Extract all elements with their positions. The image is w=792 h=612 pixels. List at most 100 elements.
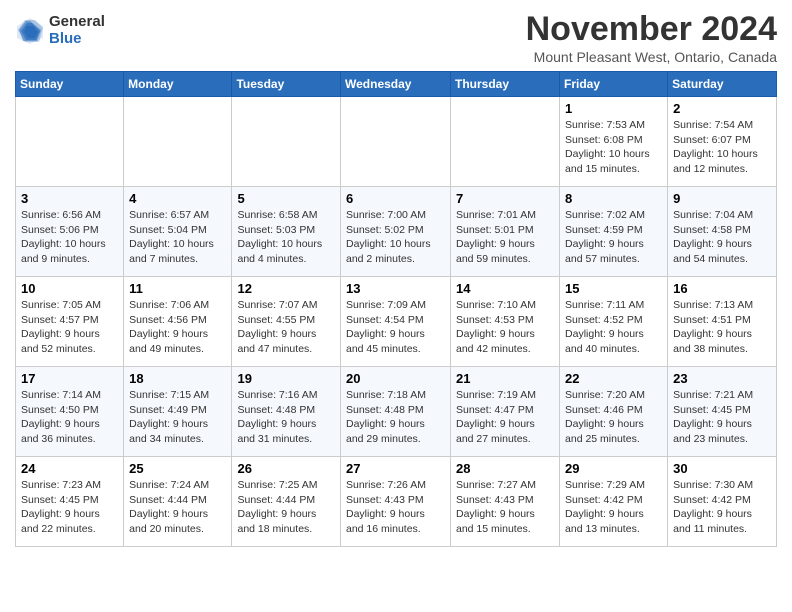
day-info: Sunrise: 7:54 AM Sunset: 6:07 PM Dayligh… xyxy=(673,118,771,177)
day-info: Sunrise: 7:27 AM Sunset: 4:43 PM Dayligh… xyxy=(456,478,554,537)
day-number: 18 xyxy=(129,371,226,386)
weekday-header-cell: Friday xyxy=(560,72,668,97)
day-number: 11 xyxy=(129,281,226,296)
day-number: 27 xyxy=(346,461,445,476)
calendar-cell: 5 Sunrise: 6:58 AM Sunset: 5:03 PM Daylig… xyxy=(232,187,341,277)
day-info: Sunrise: 7:19 AM Sunset: 4:47 PM Dayligh… xyxy=(456,388,554,447)
day-info: Sunrise: 7:01 AM Sunset: 5:01 PM Dayligh… xyxy=(456,208,554,267)
calendar-table: SundayMondayTuesdayWednesdayThursdayFrid… xyxy=(15,71,777,547)
calendar-cell: 13 Sunrise: 7:09 AM Sunset: 4:54 PM Dayli… xyxy=(341,277,451,367)
weekday-header-cell: Saturday xyxy=(668,72,777,97)
calendar-cell: 7 Sunrise: 7:01 AM Sunset: 5:01 PM Daylig… xyxy=(451,187,560,277)
day-info: Sunrise: 7:13 AM Sunset: 4:51 PM Dayligh… xyxy=(673,298,771,357)
day-number: 26 xyxy=(237,461,335,476)
logo-general: General xyxy=(49,14,105,31)
day-number: 28 xyxy=(456,461,554,476)
calendar-cell: 19 Sunrise: 7:16 AM Sunset: 4:48 PM Dayli… xyxy=(232,367,341,457)
weekday-header-cell: Wednesday xyxy=(341,72,451,97)
day-info: Sunrise: 7:14 AM Sunset: 4:50 PM Dayligh… xyxy=(21,388,118,447)
weekday-header-cell: Thursday xyxy=(451,72,560,97)
day-number: 23 xyxy=(673,371,771,386)
day-info: Sunrise: 6:58 AM Sunset: 5:03 PM Dayligh… xyxy=(237,208,335,267)
calendar-week-row: 24Sunrise: 7:23 AM Sunset: 4:45 PM Dayli… xyxy=(16,457,777,547)
calendar-cell: 3Sunrise: 6:56 AM Sunset: 5:06 PM Daylig… xyxy=(16,187,124,277)
calendar-week-row: 17 Sunrise: 7:14 AM Sunset: 4:50 PM Dayli… xyxy=(16,367,777,457)
day-number: 22 xyxy=(565,371,662,386)
calendar-cell: 9 Sunrise: 7:04 AM Sunset: 4:58 PM Daylig… xyxy=(668,187,777,277)
day-info: Sunrise: 7:24 AM Sunset: 4:44 PM Dayligh… xyxy=(129,478,226,537)
weekday-header-cell: Sunday xyxy=(16,72,124,97)
calendar-cell xyxy=(451,97,560,187)
day-number: 5 xyxy=(237,191,335,206)
day-number: 10 xyxy=(21,281,118,296)
calendar-cell: 17 Sunrise: 7:14 AM Sunset: 4:50 PM Dayli… xyxy=(16,367,124,457)
day-number: 29 xyxy=(565,461,662,476)
calendar-cell: 27 Sunrise: 7:26 AM Sunset: 4:43 PM Dayli… xyxy=(341,457,451,547)
logo-text: General Blue xyxy=(49,14,105,47)
calendar-cell: 8 Sunrise: 7:02 AM Sunset: 4:59 PM Daylig… xyxy=(560,187,668,277)
calendar-cell: 21Sunrise: 7:19 AM Sunset: 4:47 PM Dayli… xyxy=(451,367,560,457)
calendar-cell: 2 Sunrise: 7:54 AM Sunset: 6:07 PM Daylig… xyxy=(668,97,777,187)
calendar-cell xyxy=(124,97,232,187)
calendar-cell xyxy=(341,97,451,187)
day-number: 19 xyxy=(237,371,335,386)
day-number: 25 xyxy=(129,461,226,476)
day-info: Sunrise: 6:56 AM Sunset: 5:06 PM Dayligh… xyxy=(21,208,118,267)
day-info: Sunrise: 7:16 AM Sunset: 4:48 PM Dayligh… xyxy=(237,388,335,447)
calendar-cell: 15Sunrise: 7:11 AM Sunset: 4:52 PM Dayli… xyxy=(560,277,668,367)
calendar-cell: 10Sunrise: 7:05 AM Sunset: 4:57 PM Dayli… xyxy=(16,277,124,367)
calendar-cell: 12 Sunrise: 7:07 AM Sunset: 4:55 PM Dayli… xyxy=(232,277,341,367)
day-number: 12 xyxy=(237,281,335,296)
calendar-cell: 18 Sunrise: 7:15 AM Sunset: 4:49 PM Dayli… xyxy=(124,367,232,457)
logo-icon xyxy=(15,16,45,46)
calendar-cell: 23 Sunrise: 7:21 AM Sunset: 4:45 PM Dayli… xyxy=(668,367,777,457)
calendar-cell: 29Sunrise: 7:29 AM Sunset: 4:42 PM Dayli… xyxy=(560,457,668,547)
day-number: 14 xyxy=(456,281,554,296)
calendar-cell xyxy=(232,97,341,187)
calendar-cell xyxy=(16,97,124,187)
day-number: 16 xyxy=(673,281,771,296)
day-number: 20 xyxy=(346,371,445,386)
calendar-cell: 22 Sunrise: 7:20 AM Sunset: 4:46 PM Dayli… xyxy=(560,367,668,457)
day-info: Sunrise: 7:09 AM Sunset: 4:54 PM Dayligh… xyxy=(346,298,445,357)
day-info: Sunrise: 7:53 AM Sunset: 6:08 PM Dayligh… xyxy=(565,118,662,177)
calendar-week-row: 3Sunrise: 6:56 AM Sunset: 5:06 PM Daylig… xyxy=(16,187,777,277)
logo: General Blue xyxy=(15,14,105,47)
day-info: Sunrise: 7:20 AM Sunset: 4:46 PM Dayligh… xyxy=(565,388,662,447)
day-number: 13 xyxy=(346,281,445,296)
day-number: 15 xyxy=(565,281,662,296)
calendar-cell: 25 Sunrise: 7:24 AM Sunset: 4:44 PM Dayli… xyxy=(124,457,232,547)
day-number: 9 xyxy=(673,191,771,206)
day-info: Sunrise: 7:26 AM Sunset: 4:43 PM Dayligh… xyxy=(346,478,445,537)
day-number: 2 xyxy=(673,101,771,116)
day-info: Sunrise: 6:57 AM Sunset: 5:04 PM Dayligh… xyxy=(129,208,226,267)
calendar-body: 1 Sunrise: 7:53 AM Sunset: 6:08 PM Daylig… xyxy=(16,97,777,547)
day-number: 6 xyxy=(346,191,445,206)
calendar-cell: 24Sunrise: 7:23 AM Sunset: 4:45 PM Dayli… xyxy=(16,457,124,547)
day-number: 8 xyxy=(565,191,662,206)
day-info: Sunrise: 7:21 AM Sunset: 4:45 PM Dayligh… xyxy=(673,388,771,447)
day-number: 7 xyxy=(456,191,554,206)
page-header: General Blue November 2024 Mount Pleasan… xyxy=(15,10,777,65)
weekday-header-cell: Tuesday xyxy=(232,72,341,97)
calendar-cell: 1 Sunrise: 7:53 AM Sunset: 6:08 PM Daylig… xyxy=(560,97,668,187)
day-info: Sunrise: 7:15 AM Sunset: 4:49 PM Dayligh… xyxy=(129,388,226,447)
day-number: 4 xyxy=(129,191,226,206)
day-info: Sunrise: 7:06 AM Sunset: 4:56 PM Dayligh… xyxy=(129,298,226,357)
calendar-cell: 28 Sunrise: 7:27 AM Sunset: 4:43 PM Dayli… xyxy=(451,457,560,547)
day-info: Sunrise: 7:23 AM Sunset: 4:45 PM Dayligh… xyxy=(21,478,118,537)
day-info: Sunrise: 7:07 AM Sunset: 4:55 PM Dayligh… xyxy=(237,298,335,357)
calendar-week-row: 1 Sunrise: 7:53 AM Sunset: 6:08 PM Daylig… xyxy=(16,97,777,187)
day-info: Sunrise: 7:10 AM Sunset: 4:53 PM Dayligh… xyxy=(456,298,554,357)
day-number: 1 xyxy=(565,101,662,116)
day-info: Sunrise: 7:02 AM Sunset: 4:59 PM Dayligh… xyxy=(565,208,662,267)
calendar-week-row: 10Sunrise: 7:05 AM Sunset: 4:57 PM Dayli… xyxy=(16,277,777,367)
title-area: November 2024 Mount Pleasant West, Ontar… xyxy=(526,10,777,65)
day-number: 17 xyxy=(21,371,118,386)
day-info: Sunrise: 7:30 AM Sunset: 4:42 PM Dayligh… xyxy=(673,478,771,537)
weekday-header-row: SundayMondayTuesdayWednesdayThursdayFrid… xyxy=(16,72,777,97)
calendar-cell: 11 Sunrise: 7:06 AM Sunset: 4:56 PM Dayli… xyxy=(124,277,232,367)
day-number: 30 xyxy=(673,461,771,476)
day-info: Sunrise: 7:18 AM Sunset: 4:48 PM Dayligh… xyxy=(346,388,445,447)
day-info: Sunrise: 7:04 AM Sunset: 4:58 PM Dayligh… xyxy=(673,208,771,267)
